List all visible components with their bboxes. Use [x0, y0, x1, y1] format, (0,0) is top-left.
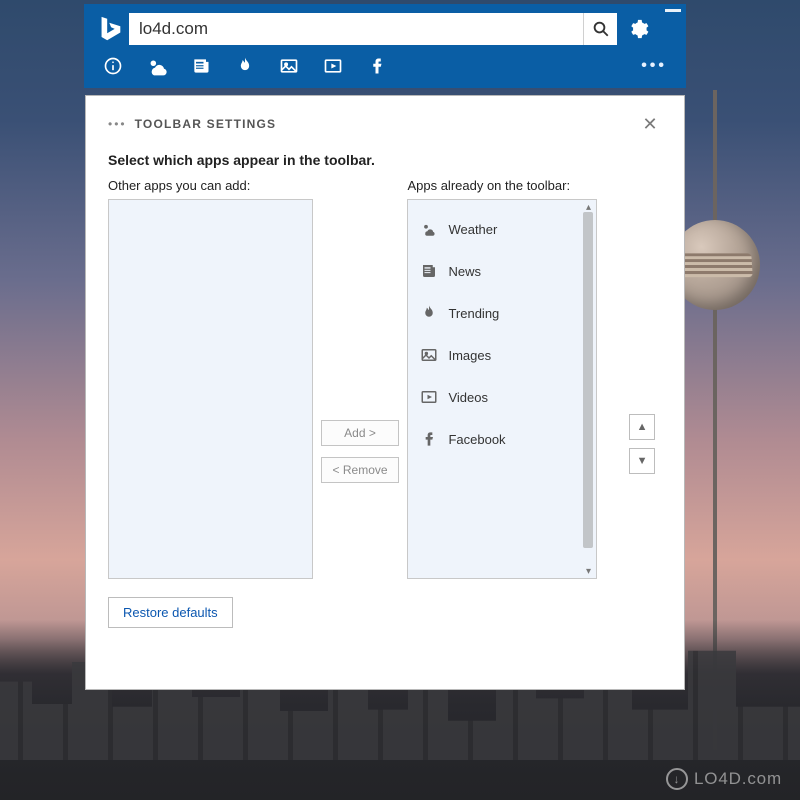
bing-toolbar: •••: [85, 5, 685, 87]
app-item-label: Facebook: [448, 432, 505, 447]
app-item-trending[interactable]: Trending: [408, 292, 596, 334]
scrollbar-thumb[interactable]: [583, 212, 593, 548]
trending-icon: [420, 304, 438, 322]
watermark: ↓LO4D.com: [666, 768, 782, 790]
app-item-videos[interactable]: Videos: [408, 376, 596, 418]
news-icon[interactable]: [181, 49, 221, 83]
scroll-down-icon[interactable]: ▾: [580, 564, 596, 578]
info-icon[interactable]: [93, 49, 133, 83]
search-box: [129, 13, 617, 45]
images-icon: [420, 346, 438, 364]
drag-handle-icon: •••: [108, 117, 127, 131]
active-apps-label: Apps already on the toolbar:: [407, 178, 622, 193]
app-item-label: Images: [448, 348, 491, 363]
dialog-title: TOOLBAR SETTINGS: [135, 117, 277, 131]
dialog-instruction: Select which apps appear in the toolbar.: [108, 152, 662, 168]
available-apps-label: Other apps you can add:: [108, 178, 313, 193]
app-item-label: Weather: [448, 222, 497, 237]
minimize-button[interactable]: [665, 9, 681, 12]
videos-icon: [420, 388, 438, 406]
toolbar-settings-dialog: ••• TOOLBAR SETTINGS ✕ Select which apps…: [85, 95, 685, 690]
move-down-button[interactable]: ▼: [629, 448, 655, 474]
available-apps-list[interactable]: [108, 199, 313, 579]
search-button[interactable]: [583, 13, 617, 45]
app-item-news[interactable]: News: [408, 250, 596, 292]
toolbar-app-row: •••: [85, 47, 685, 85]
bing-logo-icon[interactable]: [91, 12, 129, 46]
facebook-icon[interactable]: [357, 49, 397, 83]
more-menu-button[interactable]: •••: [631, 57, 677, 75]
app-item-weather[interactable]: Weather: [408, 208, 596, 250]
search-input[interactable]: [129, 19, 583, 39]
restore-defaults-button[interactable]: Restore defaults: [108, 597, 233, 628]
app-item-images[interactable]: Images: [408, 334, 596, 376]
trending-icon[interactable]: [225, 49, 265, 83]
app-item-facebook[interactable]: Facebook: [408, 418, 596, 460]
app-item-label: News: [448, 264, 481, 279]
remove-button[interactable]: < Remove: [321, 457, 399, 483]
move-up-button[interactable]: ▲: [629, 414, 655, 440]
images-icon[interactable]: [269, 49, 309, 83]
facebook-icon: [420, 430, 438, 448]
active-apps-list[interactable]: ▴ ▾ WeatherNewsTrendingImagesVideosFaceb…: [407, 199, 597, 579]
add-button[interactable]: Add >: [321, 420, 399, 446]
settings-gear-button[interactable]: [621, 13, 655, 45]
app-item-label: Trending: [448, 306, 499, 321]
weather-icon[interactable]: [137, 49, 177, 83]
news-icon: [420, 262, 438, 280]
videos-icon[interactable]: [313, 49, 353, 83]
close-button[interactable]: ✕: [638, 112, 662, 136]
weather-icon: [420, 220, 438, 238]
app-item-label: Videos: [448, 390, 488, 405]
